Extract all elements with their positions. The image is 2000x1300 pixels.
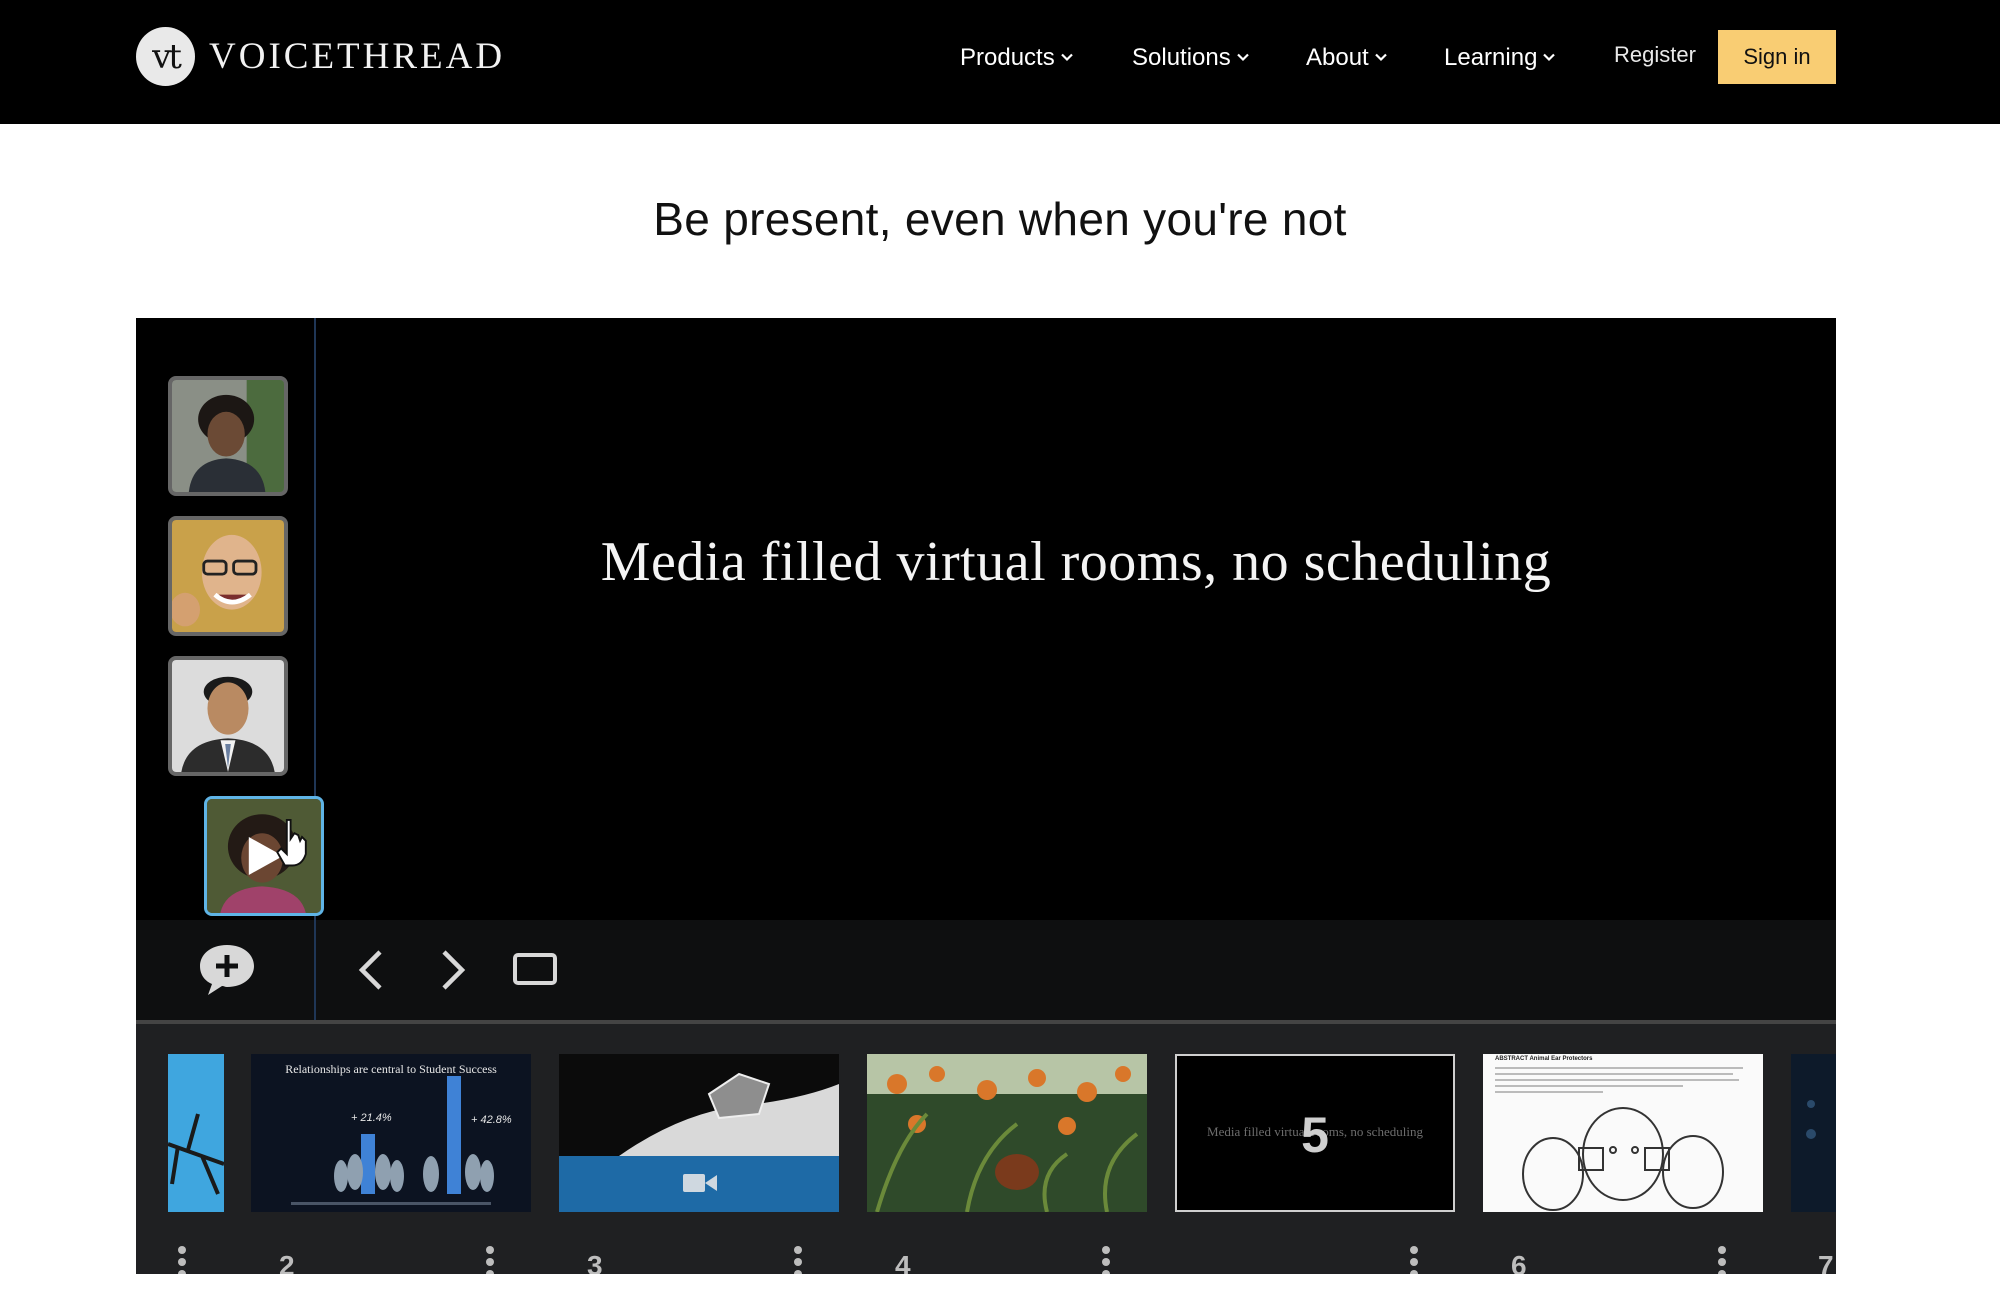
current-slide-number: 5 [1301,1107,1329,1163]
nav-about-label: About [1306,44,1369,71]
slide-menu-icon[interactable] [1409,1246,1419,1274]
nav-learning[interactable]: Learning [1444,38,1556,78]
slide-thumbnail-partial[interactable] [168,1054,224,1212]
commenter-avatar[interactable] [168,656,288,776]
fullscreen-icon[interactable] [512,950,558,988]
avatar-man-glasses-icon [172,520,284,632]
slide-thumbnail-5-current[interactable]: Media filled virtual rooms, no schedulin… [1175,1054,1455,1212]
slide-menu-icon[interactable] [1717,1246,1727,1274]
site-header: vt VOICETHREAD Products Solutions About … [0,0,2000,124]
logo-wordmark: VOICETHREAD [209,36,506,77]
commenter-avatar[interactable] [168,376,288,496]
nav-products[interactable]: Products [960,38,1073,78]
nav-products-label: Products [960,44,1055,71]
chevron-down-icon [1060,53,1073,62]
student-success-chart-image [251,1054,531,1212]
nav-about[interactable]: About [1306,38,1387,78]
patent-drawing-image [1483,1054,1763,1212]
slide-thumbnail-4[interactable] [867,1054,1147,1212]
nav-solutions-label: Solutions [1132,44,1231,71]
slide-6-title: ABSTRACT Animal Ear Protectors [1495,1056,1593,1062]
register-link[interactable]: Register [1614,42,1696,68]
rail-divider [314,920,316,1020]
slide-thumbnail-3[interactable] [559,1054,839,1212]
slide-thumbnail-strip: Relationships are central to Student Suc… [136,1020,1836,1274]
slide-2-stat: + 42.8% [471,1114,512,1126]
slide-number: 7 [1818,1250,1834,1274]
slide-menu-icon[interactable] [177,1246,187,1274]
slide-2-stat: + 21.4% [351,1112,392,1124]
player-controls [136,920,1836,1020]
page-headline: Be present, even when you're not [653,193,1347,245]
commenter-avatar[interactable] [168,516,288,636]
commenter-rail [136,318,324,1018]
hands-video-image [559,1054,839,1212]
slide-menu-icon[interactable] [485,1246,495,1274]
avatar-woman-icon [172,380,284,492]
nav-solutions[interactable]: Solutions [1132,38,1249,78]
branch-image [168,1054,224,1212]
add-comment-icon[interactable] [196,942,258,998]
slide-2-title: Relationships are central to Student Suc… [285,1062,497,1076]
slide-number: 2 [279,1250,295,1274]
chevron-down-icon [1236,53,1249,62]
avatar-man-suit-icon [172,660,284,772]
slide-menu-icon[interactable] [793,1246,803,1274]
slide-number: 6 [1511,1250,1527,1274]
logo-mark: vt [136,27,195,86]
slide-menu-icon[interactable] [1101,1246,1111,1274]
voicethread-logo[interactable]: vt VOICETHREAD [136,27,505,86]
slide-thumbnail-6[interactable]: ABSTRACT Animal Ear Protectors [1483,1054,1763,1212]
avatar-video-play-icon [207,799,321,913]
chevron-right-icon[interactable] [432,948,472,992]
slide-number: 3 [587,1250,603,1274]
chevron-left-icon[interactable] [352,948,392,992]
dark-slide-image [1791,1054,1836,1212]
commenter-avatar-selected[interactable] [204,796,324,916]
chevron-down-icon [1543,53,1556,62]
slide-thumbnail-partial[interactable] [1791,1054,1836,1212]
nav-learning-label: Learning [1444,44,1538,71]
sign-in-button[interactable]: Sign in [1718,30,1836,84]
slide-number: 4 [895,1250,911,1274]
chevron-down-icon [1374,53,1387,62]
jungle-painting-image [867,1054,1147,1212]
voicethread-player: Media filled virtual rooms, no schedulin… [136,318,1836,1274]
slide-caption: Media filled virtual rooms, no schedulin… [600,531,1552,593]
slide-thumbnail-2[interactable]: Relationships are central to Student Suc… [251,1054,531,1212]
